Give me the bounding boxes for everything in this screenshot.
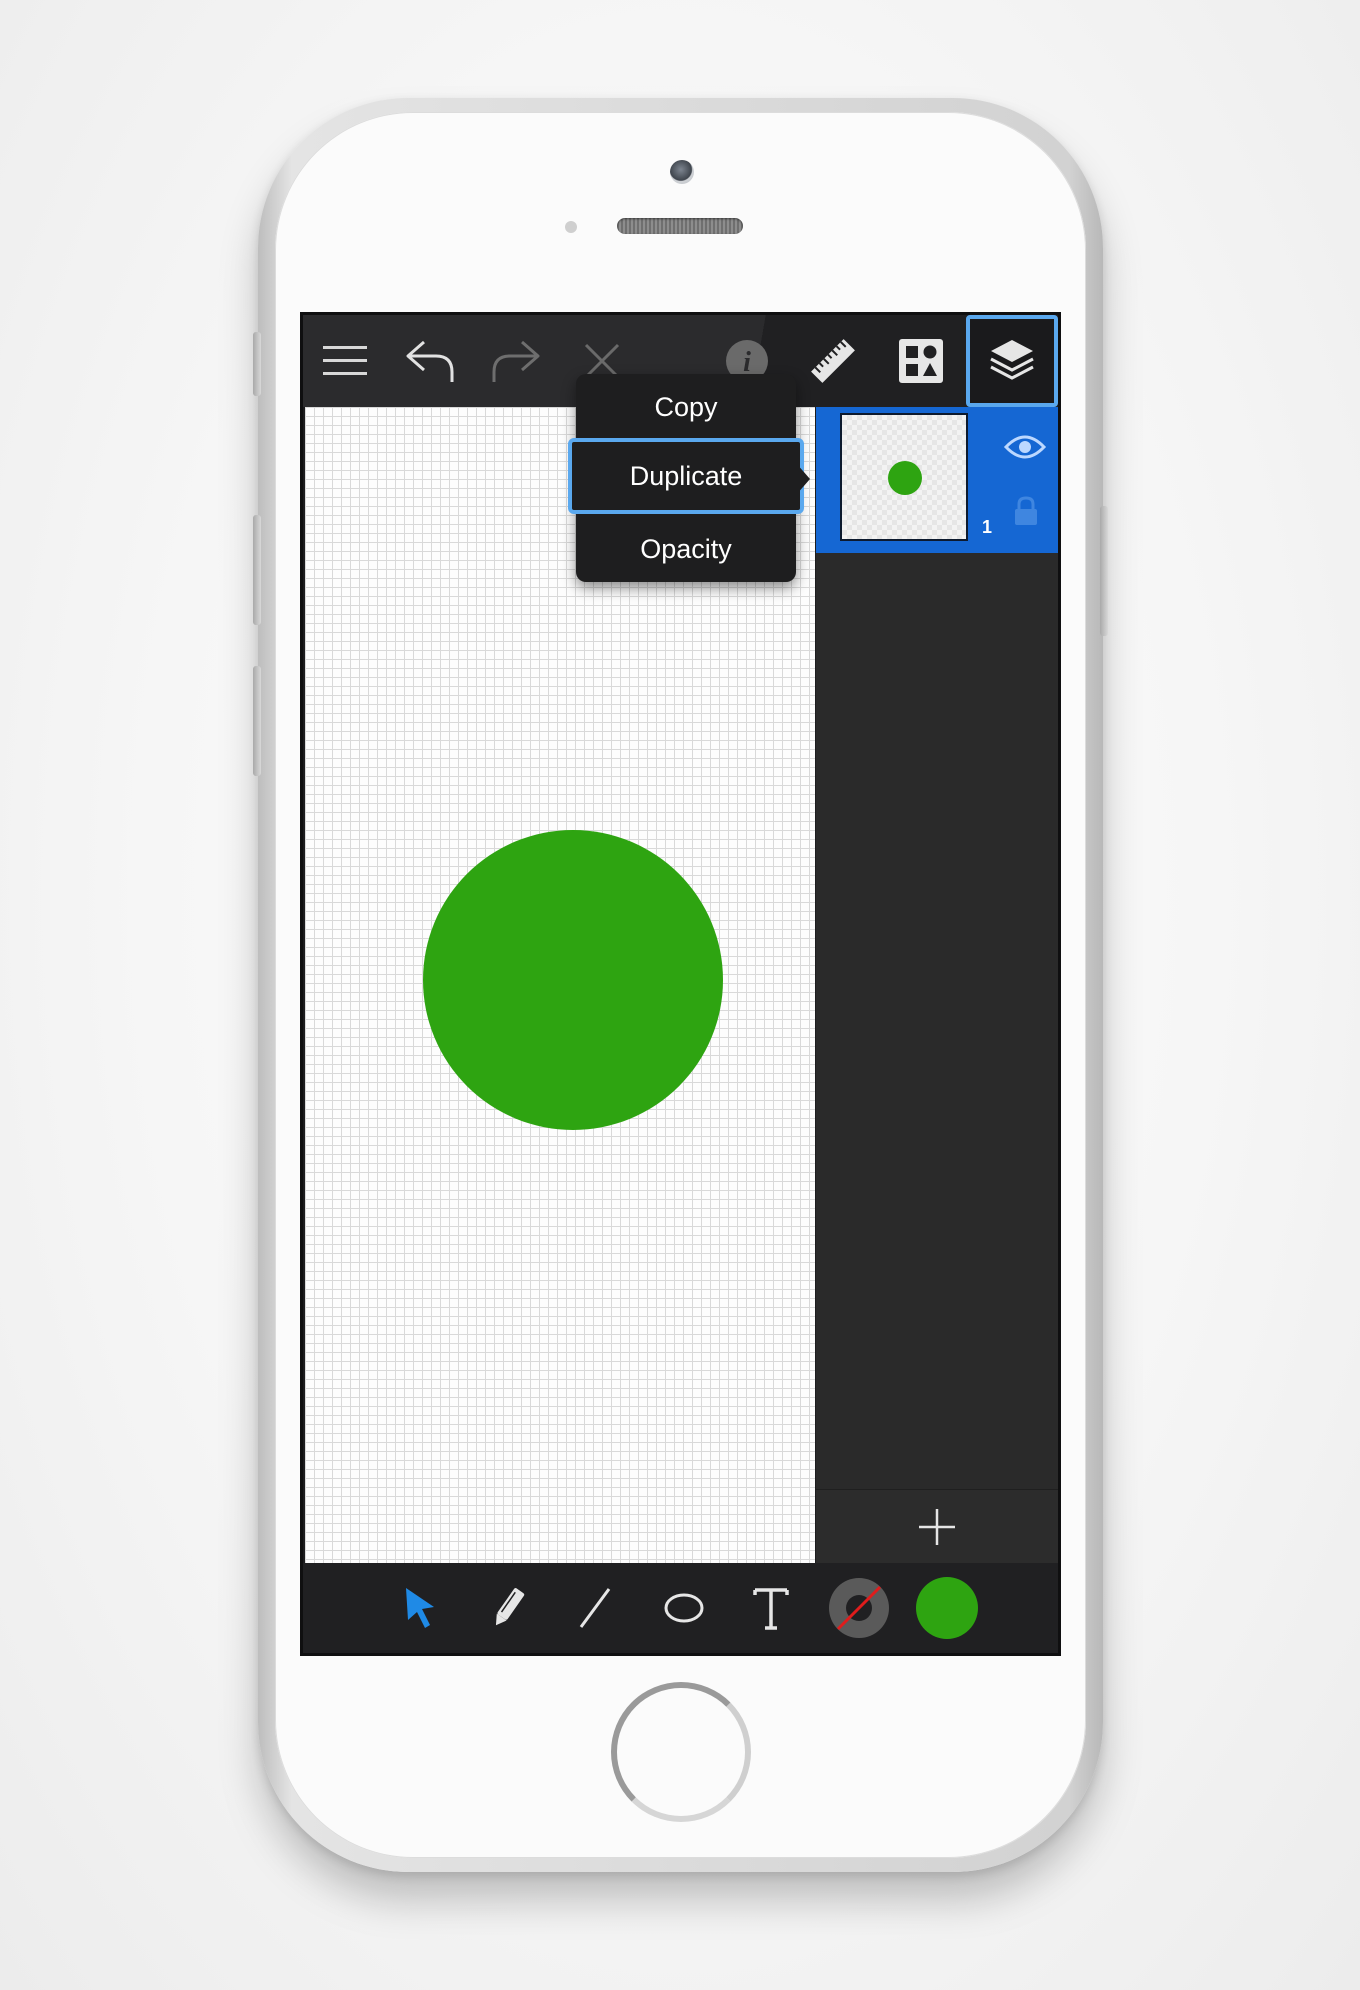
pencil-icon [495,1588,525,1626]
stroke-color-icon [829,1578,889,1638]
volume-up-button [253,515,261,625]
hamburger-menu-icon [323,346,367,375]
plus-icon [919,1509,955,1545]
menu-item-copy[interactable]: Copy [576,376,796,438]
mute-switch [253,332,261,396]
front-camera [670,160,694,184]
ruler-button[interactable] [791,315,875,407]
stroke-color-button[interactable] [828,1577,890,1639]
eye-icon [1004,435,1046,459]
select-arrow-icon [406,1588,434,1628]
shapes-library-button[interactable] [879,315,963,407]
fill-color-button[interactable] [916,1577,978,1639]
bottom-toolbar [303,1563,1058,1653]
layer-thumbnail-shape [888,461,922,495]
layers-icon [990,340,1034,380]
shapes-library-icon [899,339,943,383]
text-tool-button[interactable] [740,1577,802,1639]
line-icon [579,1588,611,1628]
power-button [1100,506,1108,636]
context-menu-arrow [796,463,810,495]
ellipse-tool-button[interactable] [653,1577,715,1639]
layers-panel: 1 [816,407,1058,1563]
ellipse-icon [664,1593,704,1623]
menu-item-duplicate[interactable]: Duplicate [568,438,804,514]
layer-number: 1 [982,517,993,537]
redo-button[interactable] [474,315,558,407]
redo-arrow-icon [492,340,540,382]
undo-arrow-icon [406,340,454,382]
line-tool-button[interactable] [564,1577,626,1639]
text-tool-icon [753,1588,789,1630]
menu-item-opacity[interactable]: Opacity [576,518,796,580]
proximity-sensor [565,221,577,233]
lock-icon [1015,496,1037,525]
layer-lock-toggle[interactable] [1006,491,1046,531]
layers-footer [816,1489,1058,1563]
layer-visibility-toggle[interactable] [1002,427,1048,467]
layer-thumbnail[interactable] [840,413,968,541]
fill-color-icon [916,1577,978,1639]
earpiece-speaker [617,218,743,234]
undo-button[interactable] [388,315,472,407]
canvas-circle-shape[interactable] [423,830,723,1130]
add-layer-button[interactable] [906,1498,968,1556]
pencil-tool-button[interactable] [477,1577,539,1639]
volume-down-button [253,666,261,776]
home-button[interactable] [611,1682,751,1822]
layers-button[interactable] [966,315,1058,407]
menu-button[interactable] [303,315,387,407]
select-tool-button[interactable] [389,1577,451,1639]
layer-context-menu: Copy Duplicate Opacity [568,374,804,582]
layer-row[interactable]: 1 [816,407,1058,553]
ruler-icon [811,339,855,383]
